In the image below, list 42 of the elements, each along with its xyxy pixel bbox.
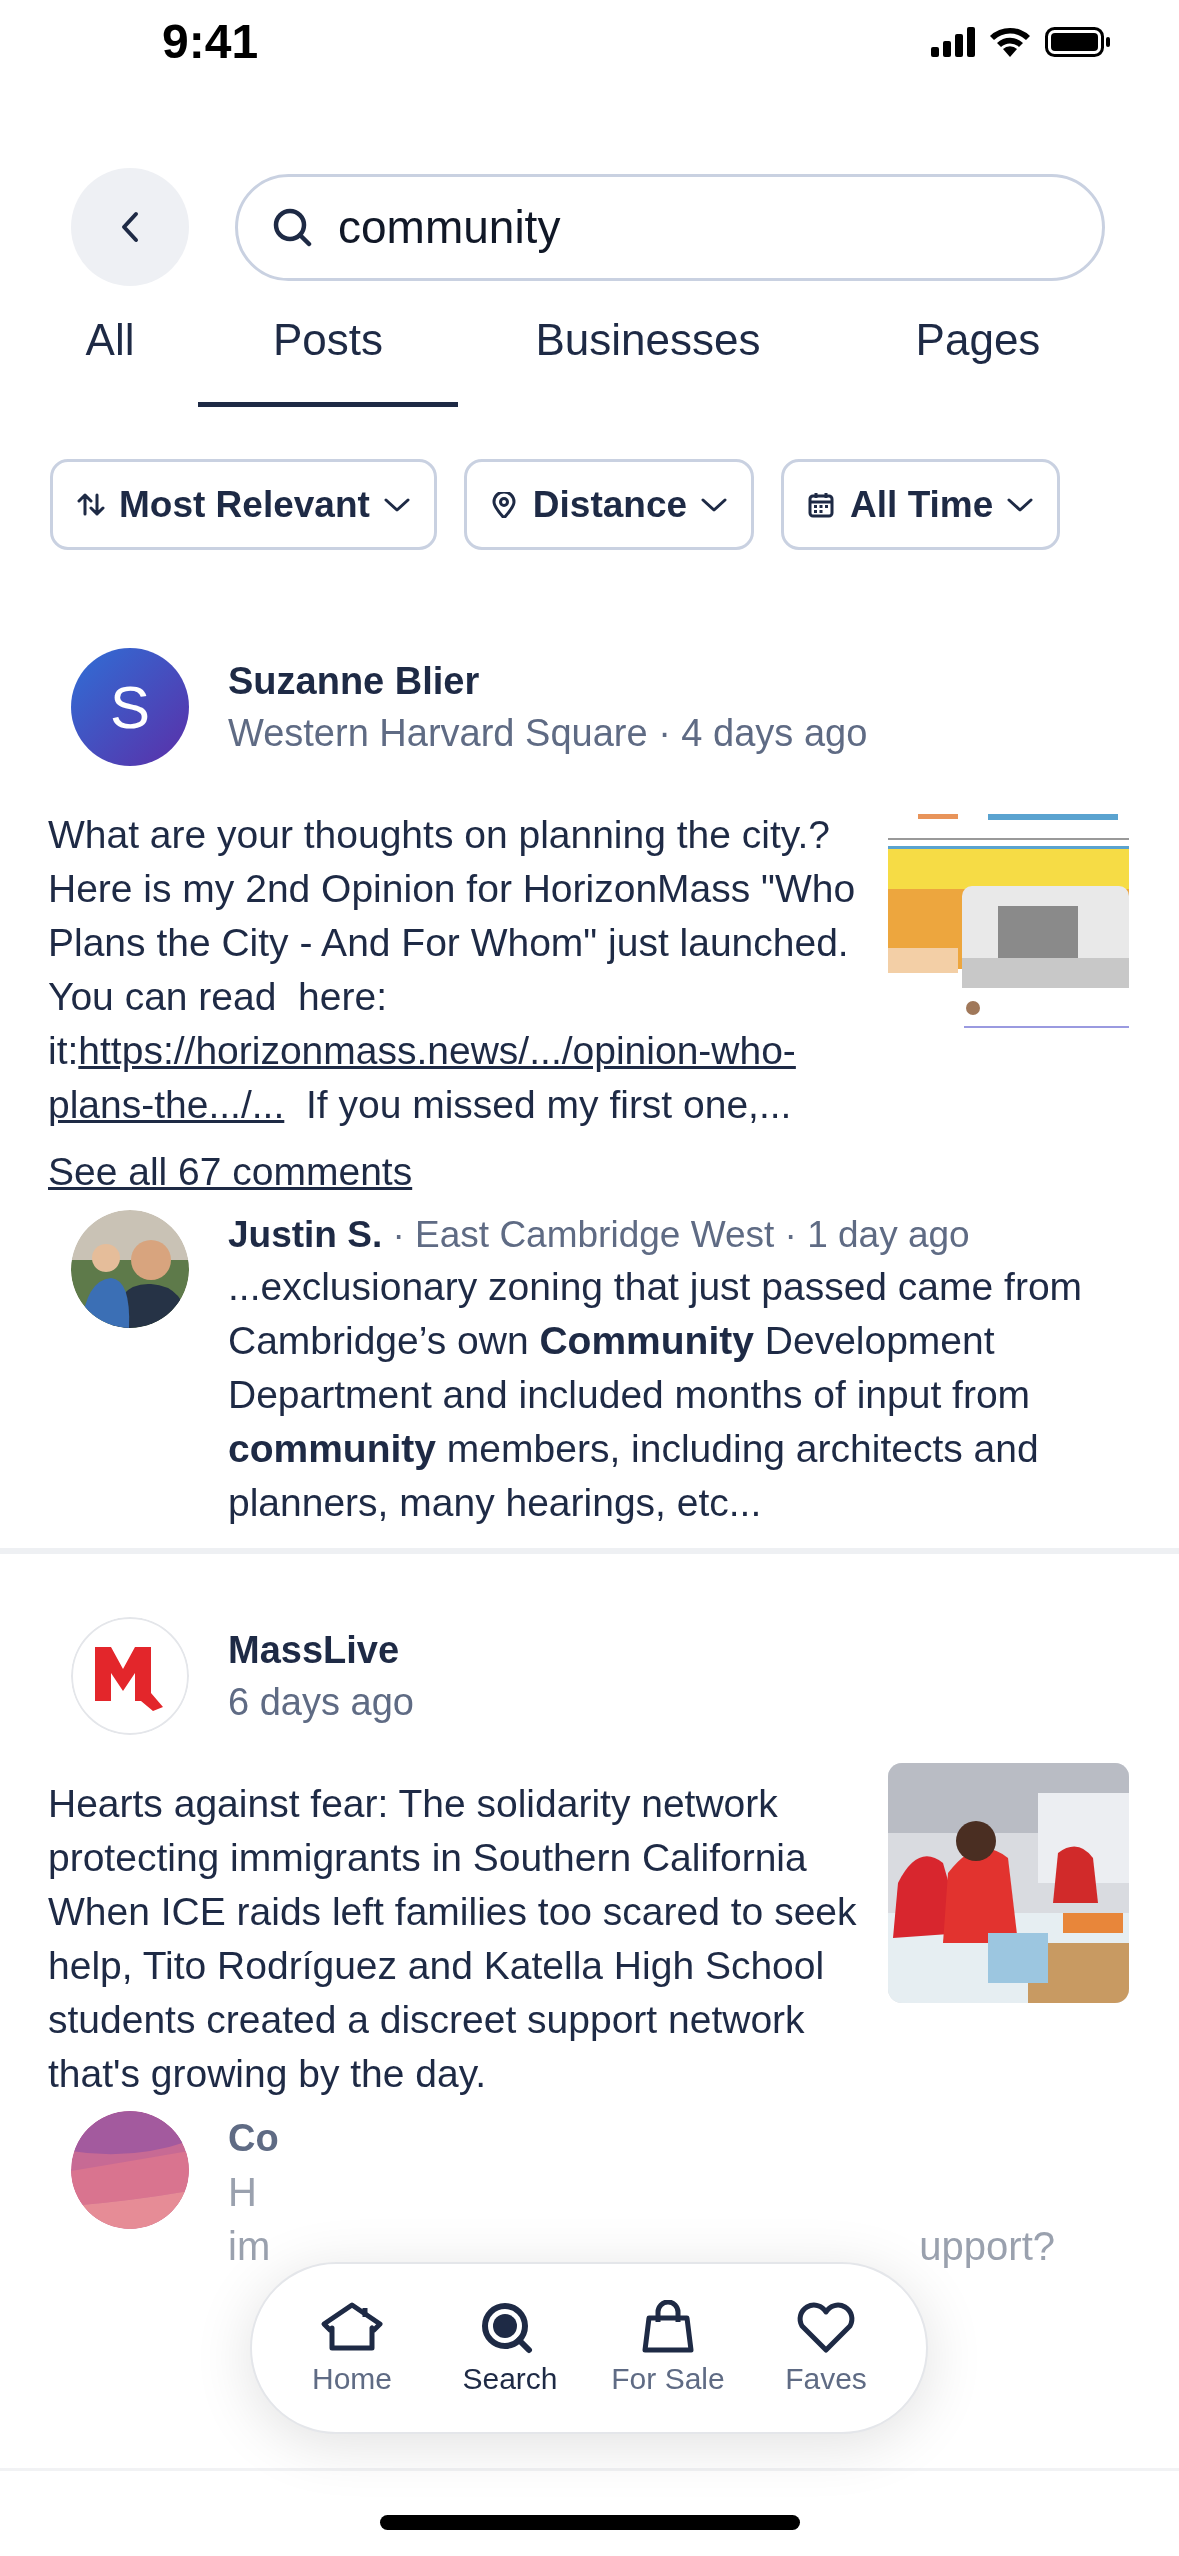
- post-meta: 6 days ago: [228, 1680, 414, 1725]
- post-link[interactable]: plans-the.../...: [48, 1083, 285, 1126]
- chevron-down-icon: [1007, 497, 1034, 512]
- tab[interactable]: Businesses: [458, 287, 838, 407]
- wifi-icon: [989, 26, 1031, 57]
- post-text: What are your thoughts on planning the city.? Here is my 2nd Opinion for HorizonMass "Who Plans the City - And For Whom" just launched. You can read here: it:https://horizonmass.news/.../opinion-who- plans-the.../... If you missed my first one,...: [48, 812, 857, 1128]
- status-time: 9:41: [162, 14, 259, 69]
- commenter-name: Co: [228, 2116, 280, 2161]
- search-icon: [272, 207, 312, 247]
- comment-text: upport?: [919, 2223, 1055, 2270]
- signal-icon: [931, 26, 975, 57]
- author-name: Suzanne Blier: [228, 659, 481, 704]
- comment-text: im: [228, 2223, 271, 2270]
- back-icon: [119, 211, 141, 243]
- nav-tab[interactable]: Home: [283, 2300, 421, 2396]
- tab[interactable]: Pages: [838, 287, 1118, 407]
- sort-arrows-icon: [77, 491, 105, 518]
- tab[interactable]: All: [22, 287, 198, 407]
- filter-dropdown[interactable]: Distance: [463, 459, 755, 550]
- filter-dropdown[interactable]: All Time: [781, 459, 1061, 550]
- chevron-down-icon: [383, 497, 410, 512]
- nav-tab[interactable]: Faves: [757, 2300, 895, 2396]
- comment-meta: · East Cambridge West · 1 day ago: [391, 1214, 970, 1255]
- comment-text: ...exclusionary zoning that just passed came from Cambridge’s own Community Development Department and included months of input from community members, including architects and planners, many hearings, etc...: [228, 1264, 1084, 1526]
- nav-tab[interactable]: For Sale: [599, 2300, 737, 2396]
- search-field[interactable]: community: [235, 173, 1105, 281]
- post-meta: Western Harvard Square · 4 days ago: [228, 711, 868, 756]
- house-icon: [319, 2300, 385, 2354]
- comment-text: H: [228, 2169, 257, 2216]
- post-text: Hearts against fear: The solidarity network protecting immigrants in Southern California When ICE raids left families too scared to seek help, Tito Rodríguez and Katella High School students created a discreet support network that's growing by the day.: [48, 1781, 858, 2097]
- chevron-down-icon: [701, 497, 728, 512]
- calendar-icon: [808, 491, 837, 518]
- tab[interactable]: Posts: [198, 287, 458, 407]
- post-link[interactable]: https://horizonmass.news/.../opinion-who-: [78, 1029, 796, 1072]
- author-name: MassLive: [228, 1628, 401, 1673]
- nav-tab[interactable]: Search: [441, 2300, 579, 2396]
- logo-icon: [71, 1617, 189, 1735]
- comments-link[interactable]: See all 67 comments: [48, 1150, 413, 1194]
- avatar: S: [71, 648, 189, 766]
- battery-icon: [1045, 26, 1111, 57]
- commenter-name: Justin S.: [228, 1214, 383, 1255]
- filter-dropdown[interactable]: Most Relevant: [50, 459, 437, 550]
